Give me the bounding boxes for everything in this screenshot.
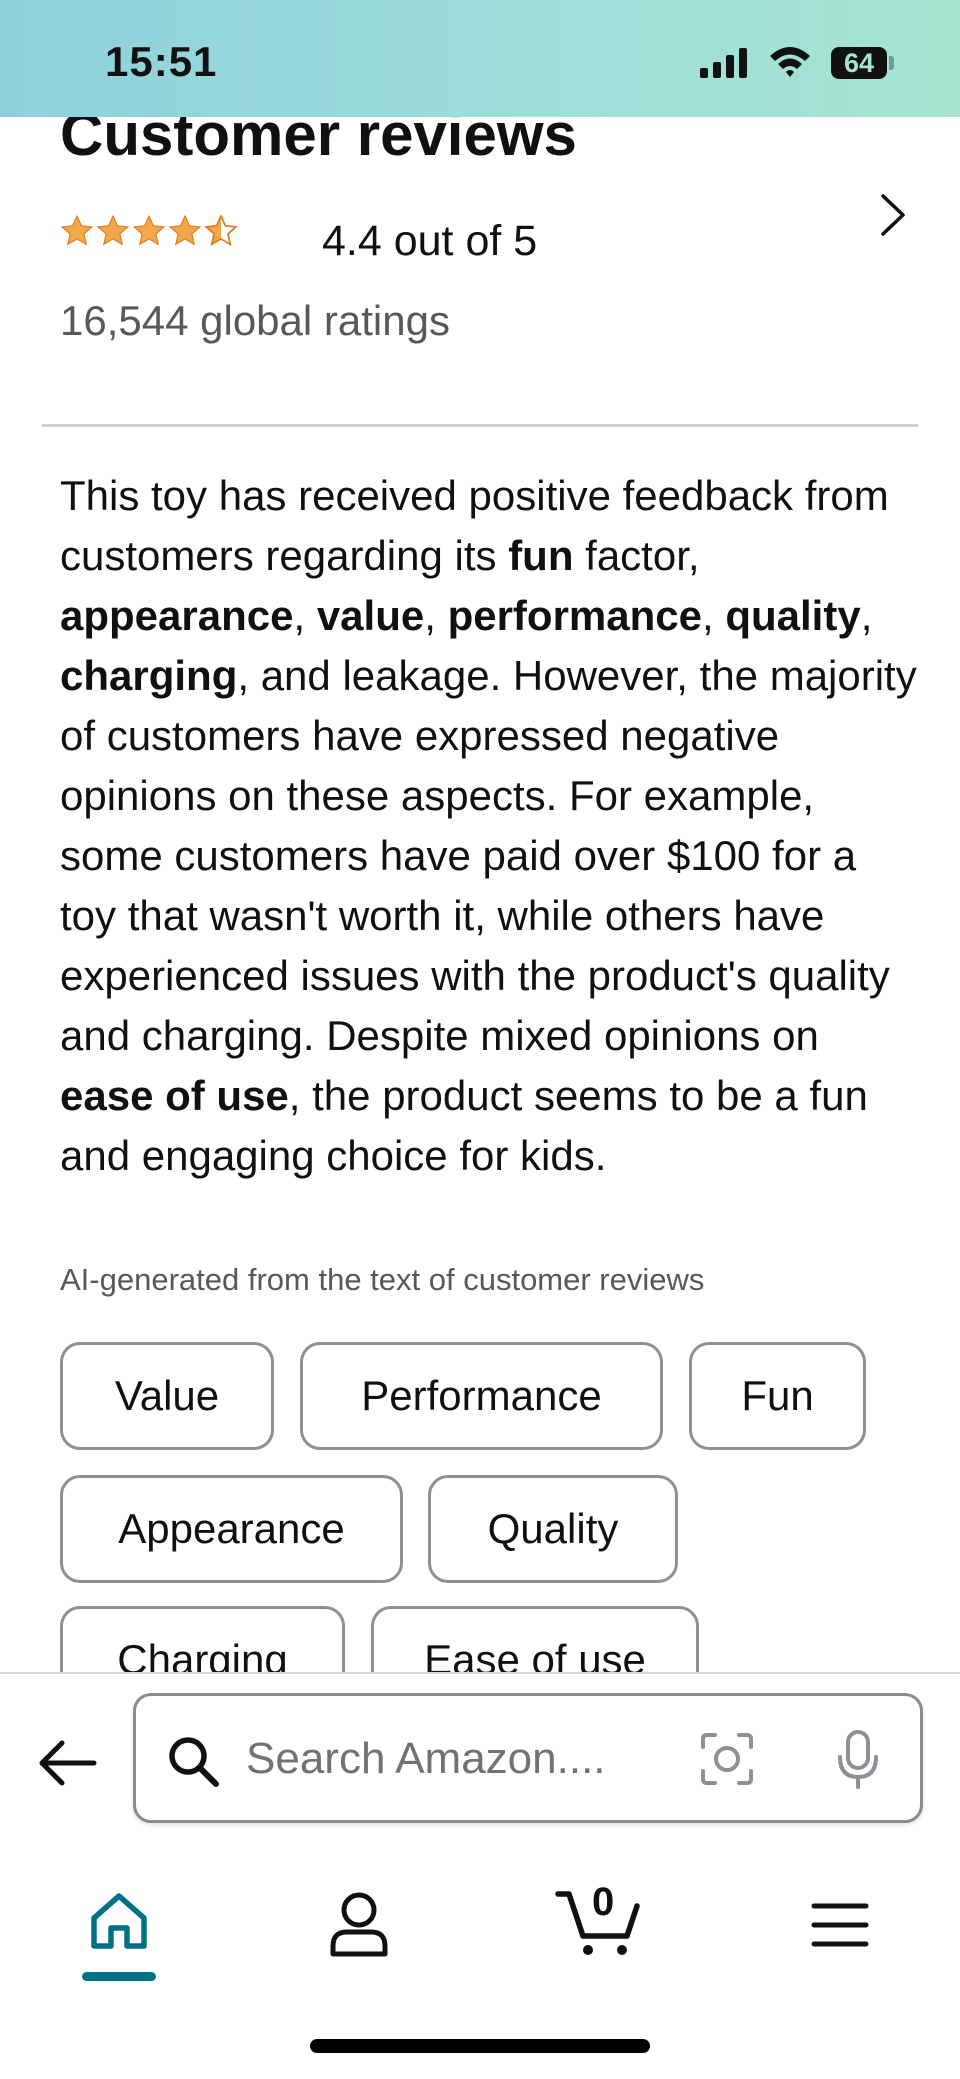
star-full-icon	[168, 214, 202, 246]
keyword-ease-of-use: ease of use	[60, 1072, 289, 1119]
cellular-signal-icon	[700, 48, 747, 78]
star-full-icon	[96, 214, 130, 246]
battery-nub	[889, 56, 894, 70]
menu-icon[interactable]	[810, 1900, 870, 1950]
status-time: 15:51	[105, 38, 218, 85]
keyword-fun: fun	[508, 532, 574, 579]
chip-fun[interactable]: Fun	[689, 1342, 866, 1450]
search-icon	[169, 1737, 219, 1787]
nav-home[interactable]	[82, 1890, 156, 1990]
star-half-icon	[204, 214, 238, 247]
home-icon	[91, 1893, 147, 1949]
wifi-icon	[770, 47, 810, 77]
chip-value[interactable]: Value	[60, 1342, 274, 1450]
chip-appearance[interactable]: Appearance	[60, 1475, 403, 1583]
keyword-appearance: appearance	[60, 592, 294, 639]
global-ratings-count: 16,544 global ratings	[60, 297, 450, 344]
cart-count: 0	[592, 1880, 615, 1924]
keyword-value: value	[316, 592, 425, 639]
divider	[42, 424, 918, 427]
nav-cart[interactable]: 0	[555, 1880, 645, 1960]
active-tab-indicator	[82, 1972, 156, 1981]
account-icon[interactable]	[328, 1890, 390, 1958]
chip-performance[interactable]: Performance	[300, 1342, 663, 1450]
ai-generated-note: AI-generated from the text of customer r…	[60, 1262, 705, 1297]
battery-icon: 64	[831, 47, 887, 79]
status-bar: 15:51 64	[0, 0, 960, 117]
chip-quality[interactable]: Quality	[428, 1475, 678, 1583]
star-rating	[60, 214, 238, 248]
keyword-performance: performance	[447, 592, 702, 639]
microphone-icon[interactable]	[836, 1729, 880, 1791]
star-full-icon	[132, 214, 166, 246]
review-summary: This toy has received positive feedback …	[60, 472, 917, 1179]
rating-text: 4.4 out of 5	[322, 217, 538, 265]
search-bar[interactable]	[133, 1693, 923, 1823]
chevron-right-icon[interactable]	[875, 192, 911, 238]
keyword-quality: quality	[725, 592, 861, 639]
search-input[interactable]	[246, 1724, 666, 1794]
home-indicator	[310, 2039, 650, 2053]
keyword-charging: charging	[60, 652, 238, 699]
camera-lens-icon[interactable]	[699, 1731, 755, 1787]
back-arrow-icon[interactable]	[36, 1738, 98, 1788]
star-full-icon	[60, 214, 94, 246]
